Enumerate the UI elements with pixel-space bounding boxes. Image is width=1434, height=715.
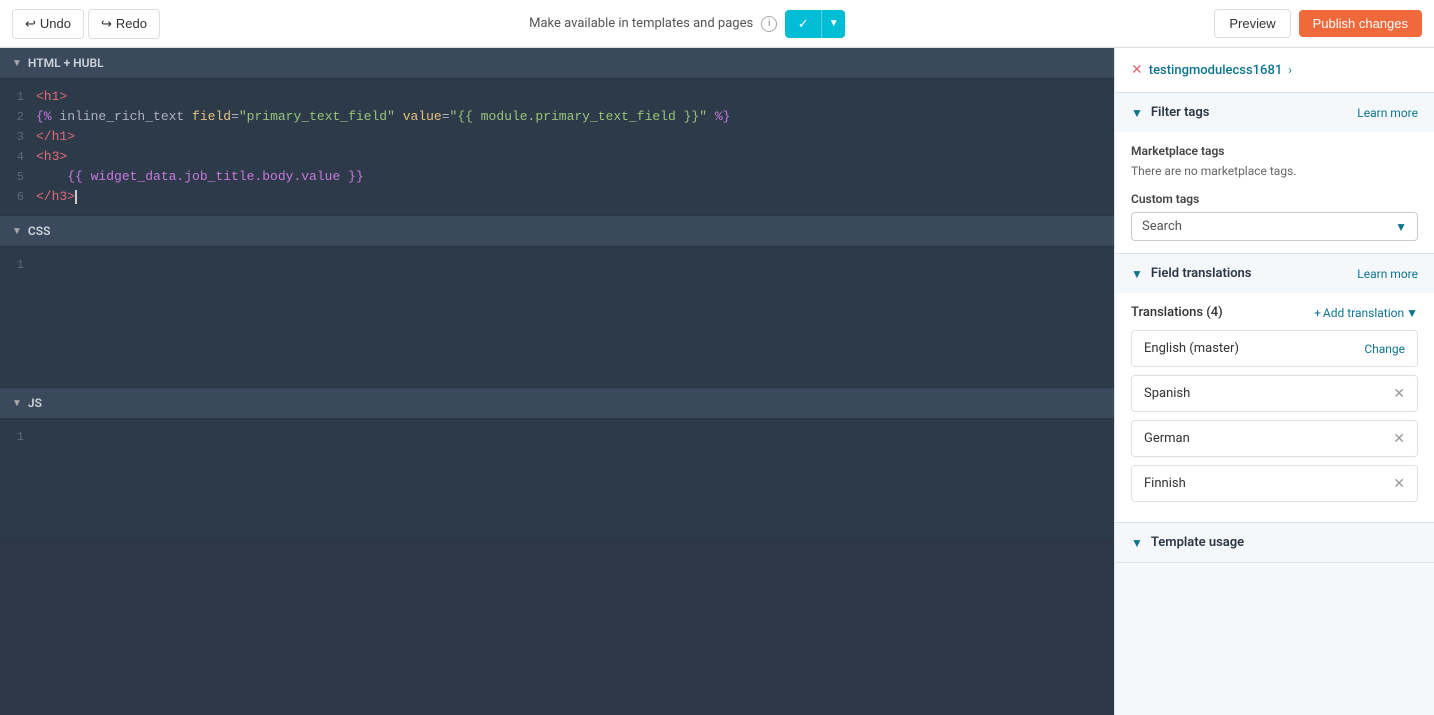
redo-icon: ↪ [101,16,112,32]
search-dropdown-text: Search [1142,219,1182,234]
translation-spanish-name: Spanish [1144,386,1190,401]
add-translation-chevron-icon: ▼ [1406,306,1418,320]
css-section: ▼ CSS 1 [0,215,1114,387]
translation-item-german: German ✕ [1131,420,1418,457]
code-line-6: 6 </h3> [0,187,1114,207]
publish-label: Publish changes [1313,16,1408,31]
module-arrow-icon: › [1288,63,1292,77]
module-close-icon[interactable]: ✕ [1131,62,1143,78]
available-text: Make available in templates and pages [529,16,753,31]
translation-spanish-remove-button[interactable]: ✕ [1393,387,1405,401]
field-translations-header[interactable]: ▼ Field translations Learn more [1115,254,1434,293]
field-translations-section: ▼ Field translations Learn more Translat… [1115,254,1434,523]
translation-finnish-remove-button[interactable]: ✕ [1393,477,1405,491]
html-code-lines: 1 <h1> 2 {% inline_rich_text field="prim… [0,79,1114,215]
search-dropdown-arrow-icon: ▼ [1395,220,1407,234]
module-name-row: ✕ testingmodulecss1681 › [1115,48,1434,93]
filter-tags-section: ▼ Filter tags Learn more Marketplace tag… [1115,93,1434,254]
translation-finnish-name: Finnish [1144,476,1186,491]
translation-item-spanish: Spanish ✕ [1131,375,1418,412]
toggle-main-button[interactable]: ✓ [785,10,821,38]
field-translations-learn-more[interactable]: Learn more [1357,267,1418,281]
custom-tags-title: Custom tags [1131,192,1418,206]
code-line-3: 3 </h1> [0,127,1114,147]
add-translation-icon: + [1314,306,1321,320]
html-section: ▼ HTML + HUBL 1 <h1> 2 {% inline_rich_te… [0,48,1114,215]
marketplace-tags-empty: There are no marketplace tags. [1131,164,1418,178]
translation-german-name: German [1144,431,1190,446]
marketplace-tags-title: Marketplace tags [1131,144,1418,158]
js-section-label: JS [28,396,42,410]
filter-tags-learn-more[interactable]: Learn more [1357,106,1418,120]
undo-button[interactable]: ↩ Undo [12,9,84,39]
translation-item-english: English (master) Change [1131,330,1418,367]
search-dropdown[interactable]: Search ▼ [1131,212,1418,241]
topbar-left: ↩ Undo ↪ Redo [12,9,160,39]
filter-tags-chevron-icon: ▼ [1131,106,1143,120]
preview-button[interactable]: Preview [1214,9,1290,38]
css-section-label: CSS [28,224,51,238]
topbar: ↩ Undo ↪ Redo Make available in template… [0,0,1434,48]
filter-tags-title: Filter tags [1151,105,1349,120]
field-translations-body: Translations (4) + Add translation ▼ Eng… [1115,293,1434,522]
main-area: ▼ HTML + HUBL 1 <h1> 2 {% inline_rich_te… [0,48,1434,715]
filter-tags-body: Marketplace tags There are no marketplac… [1115,132,1434,253]
code-line-1: 1 <h1> [0,87,1114,107]
code-line-4: 4 <h3> [0,147,1114,167]
template-usage-section: ▼ Template usage [1115,523,1434,563]
redo-label: Redo [116,16,147,31]
translations-count: Translations (4) [1131,305,1223,320]
css-editor[interactable]: 1 [0,247,1114,387]
add-translation-label: Add translation [1323,306,1404,320]
css-code-lines: 1 [0,247,1114,283]
translation-english-name: English (master) [1144,341,1239,356]
module-name[interactable]: testingmodulecss1681 [1149,63,1283,78]
css-chevron-icon: ▼ [12,226,22,237]
code-line-5: 5 {{ widget_data.job_title.body.value }} [0,167,1114,187]
undo-label: Undo [40,16,71,31]
translations-header: Translations (4) + Add translation ▼ [1131,305,1418,320]
editor-area: ▼ HTML + HUBL 1 <h1> 2 {% inline_rich_te… [0,48,1114,715]
toggle-check-icon: ✓ [798,16,809,31]
add-translation-button[interactable]: + Add translation ▼ [1314,306,1418,320]
translation-german-remove-button[interactable]: ✕ [1393,432,1405,446]
html-section-label: HTML + HUBL [28,56,104,70]
css-line-1: 1 [0,255,1114,275]
redo-button[interactable]: ↪ Redo [88,9,160,39]
toggle-arrow-button[interactable]: ▼ [821,10,845,38]
html-section-header[interactable]: ▼ HTML + HUBL [0,48,1114,79]
js-section-header[interactable]: ▼ JS [0,388,1114,419]
preview-label: Preview [1229,16,1275,31]
filter-tags-header[interactable]: ▼ Filter tags Learn more [1115,93,1434,132]
publish-button[interactable]: Publish changes [1299,10,1422,37]
right-panel: ✕ testingmodulecss1681 › ▼ Filter tags L… [1114,48,1434,715]
info-icon[interactable]: i [761,16,777,32]
js-chevron-icon: ▼ [12,398,22,409]
field-translations-chevron-icon: ▼ [1131,267,1143,281]
translation-item-finnish: Finnish ✕ [1131,465,1418,502]
js-section: ▼ JS 1 [0,387,1114,539]
translation-english-change-button[interactable]: Change [1364,342,1405,356]
toggle-group: ✓ ▼ [785,10,845,38]
template-usage-chevron-icon: ▼ [1131,536,1143,550]
html-editor[interactable]: 1 <h1> 2 {% inline_rich_text field="prim… [0,79,1114,215]
html-chevron-icon: ▼ [12,58,22,69]
js-editor[interactable]: 1 [0,419,1114,539]
template-usage-header[interactable]: ▼ Template usage [1115,523,1434,562]
field-translations-title: Field translations [1151,266,1349,281]
template-usage-title: Template usage [1151,535,1244,550]
toggle-chevron-icon: ▼ [829,18,839,29]
undo-icon: ↩ [25,16,36,32]
css-section-header[interactable]: ▼ CSS [0,216,1114,247]
js-line-1: 1 [0,427,1114,447]
topbar-center: Make available in templates and pages i … [168,10,1206,38]
js-code-lines: 1 [0,419,1114,455]
code-line-2: 2 {% inline_rich_text field="primary_tex… [0,107,1114,127]
